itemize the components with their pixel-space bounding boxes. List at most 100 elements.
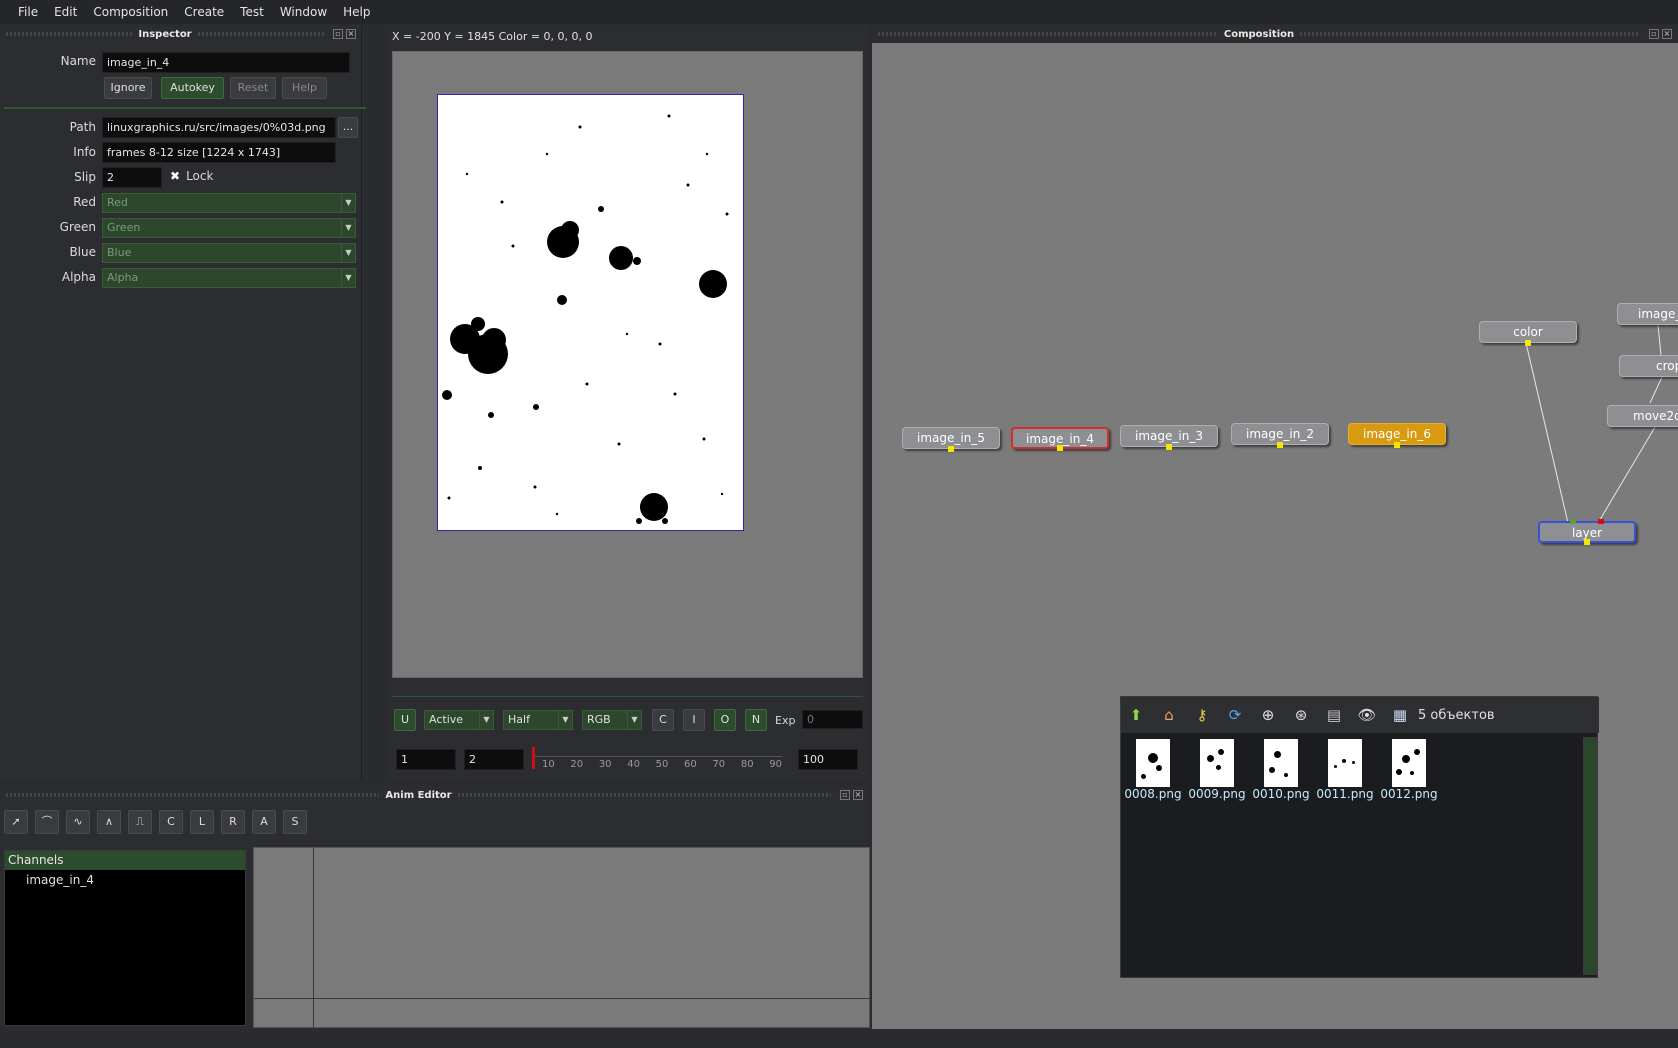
file-item[interactable]: 0011.png	[1315, 739, 1375, 801]
details-view-icon[interactable]: ▦	[1389, 704, 1411, 726]
blue-select[interactable]: Blue ▼	[102, 243, 356, 263]
viewer-panel: X = -200 Y = 1845 Color = 0, 0, 0, 0 U A…	[386, 25, 869, 780]
menu-help[interactable]: Help	[335, 0, 378, 24]
c-button[interactable]: C	[652, 709, 674, 731]
menu-test[interactable]: Test	[232, 0, 272, 24]
red-select[interactable]: Red ▼	[102, 193, 356, 213]
l-tool-button[interactable]: L	[190, 810, 214, 834]
curve-ease-in-icon[interactable]: ⌒	[35, 810, 59, 834]
node-crop[interactable]: crop	[1619, 355, 1678, 377]
tick-label: 20	[570, 759, 584, 770]
menu-create[interactable]: Create	[176, 0, 232, 24]
inspector-title: Inspector	[138, 28, 192, 40]
file-item[interactable]: 0009.png	[1187, 739, 1247, 801]
o-button[interactable]: O	[714, 709, 736, 731]
r-tool-button[interactable]: R	[221, 810, 245, 834]
chevron-down-icon: ▼	[341, 244, 355, 262]
home-icon[interactable]: ⌂	[1158, 704, 1180, 726]
s-tool-button[interactable]: S	[283, 810, 307, 834]
up-arrow-icon[interactable]: ⬆	[1125, 704, 1147, 726]
close-icon[interactable]: ×	[346, 29, 356, 39]
alpha-select-value: Alpha	[107, 271, 139, 284]
bookmark-key-icon[interactable]: ⚷	[1191, 704, 1213, 726]
name-field[interactable]: image_in_4	[102, 52, 350, 73]
browse-button[interactable]: ...	[338, 117, 358, 138]
i-button[interactable]: I	[683, 709, 705, 731]
c-tool-button[interactable]: C	[159, 810, 183, 834]
resolution-select[interactable]: Half ▼	[503, 710, 573, 730]
viewer-status: X = -200 Y = 1845 Color = 0, 0, 0, 0	[392, 30, 593, 43]
alpha-select[interactable]: Alpha ▼	[102, 268, 356, 288]
inspector-header: Inspector ▫ ×	[0, 25, 362, 43]
node-layer[interactable]: layer	[1538, 519, 1636, 545]
alpha-label: Alpha	[61, 270, 96, 284]
mode-select-value: Active	[429, 713, 464, 726]
node-move2d[interactable]: move2d	[1607, 405, 1678, 427]
blue-label: Blue	[69, 245, 96, 259]
zoom-in-icon[interactable]: ⊕	[1257, 704, 1279, 726]
end-frame-field[interactable]: 100	[798, 749, 858, 770]
inspector-panel: Inspector ▫ × Name image_in_4 Ignore Aut…	[0, 25, 366, 780]
list-view-icon[interactable]: ▤	[1323, 704, 1345, 726]
eye-icon[interactable]: 👁	[1356, 704, 1378, 726]
reset-button[interactable]: Reset	[230, 77, 276, 99]
anim-editor-title: Anim Editor	[385, 789, 452, 801]
node-image-in-2[interactable]: image_in_2	[1231, 423, 1329, 448]
green-select[interactable]: Green ▼	[102, 218, 356, 238]
file-item[interactable]: 0008.png	[1123, 739, 1183, 801]
file-browser-scrollbar[interactable]	[1583, 737, 1597, 975]
node-image-top[interactable]: image_	[1617, 303, 1678, 325]
chevron-down-icon: ▼	[558, 711, 572, 729]
file-item[interactable]: 0012.png	[1379, 739, 1439, 801]
node-image-in-5[interactable]: image_in_5	[902, 427, 1000, 452]
viewer-canvas[interactable]	[392, 51, 863, 678]
curve-smooth-icon[interactable]: ∿	[66, 810, 90, 834]
file-item[interactable]: 0010.png	[1251, 739, 1311, 801]
node-label: color	[1513, 325, 1543, 339]
slip-field[interactable]: 2	[102, 167, 162, 188]
select-tool-icon[interactable]: ➚	[4, 810, 28, 834]
file-name: 0008.png	[1124, 787, 1182, 801]
menu-file[interactable]: File	[10, 0, 46, 24]
timeline-track[interactable]: 10 20 30 40 50 60 70 80 90	[532, 747, 782, 771]
check-icon: ✖	[170, 169, 181, 183]
path-field[interactable]: linuxgraphics.ru/src/images/0%03d.png	[102, 117, 336, 138]
curve-linear-icon[interactable]: ∧	[97, 810, 121, 834]
tick-label: 40	[627, 759, 640, 770]
anim-editor-panel: Anim Editor ▫ × ➚ ⌒ ∿ ∧ ⎍ C L R A S Chan…	[0, 786, 871, 1029]
menu-edit[interactable]: Edit	[46, 0, 85, 24]
node-image-in-6[interactable]: image_in_6	[1348, 423, 1446, 448]
node-image-in-3[interactable]: image_in_3	[1120, 425, 1218, 450]
mode-select[interactable]: Active ▼	[424, 710, 494, 730]
channels-select[interactable]: RGB ▼	[582, 710, 642, 730]
refresh-icon[interactable]: ⟳	[1224, 704, 1246, 726]
playhead[interactable]	[532, 747, 535, 769]
menu-composition[interactable]: Composition	[85, 0, 176, 24]
file-name: 0011.png	[1316, 787, 1374, 801]
u-button[interactable]: U	[394, 709, 416, 731]
close-icon[interactable]: ×	[853, 790, 863, 800]
float-icon[interactable]: ▫	[333, 29, 343, 39]
current-frame-field[interactable]: 2	[464, 749, 524, 770]
zoom-fit-icon[interactable]: ⊛	[1290, 704, 1312, 726]
node-label: image_	[1638, 307, 1678, 321]
info-field: frames 8-12 size [1224 x 1743]	[102, 142, 336, 163]
anim-editor-header: Anim Editor ▫ ×	[0, 786, 869, 804]
help-button[interactable]: Help	[282, 77, 327, 99]
float-icon[interactable]: ▫	[840, 790, 850, 800]
node-color[interactable]: color	[1479, 321, 1577, 346]
a-tool-button[interactable]: A	[252, 810, 276, 834]
file-name: 0010.png	[1252, 787, 1310, 801]
autokey-button[interactable]: Autokey	[161, 77, 224, 99]
curve-area[interactable]	[253, 847, 871, 1029]
node-image-in-4[interactable]: image_in_4	[1011, 427, 1109, 451]
exp-field[interactable]: 0	[802, 710, 863, 729]
menu-window[interactable]: Window	[272, 0, 335, 24]
ignore-button[interactable]: Ignore	[104, 77, 152, 99]
start-frame-field[interactable]: 1	[396, 749, 456, 770]
lock-checkbox[interactable]: ✖ Lock	[170, 169, 213, 183]
node-label: crop	[1656, 359, 1678, 373]
channel-item[interactable]: image_in_4	[5, 870, 245, 890]
curve-step-icon[interactable]: ⎍	[128, 810, 152, 834]
n-button[interactable]: N	[745, 709, 767, 731]
